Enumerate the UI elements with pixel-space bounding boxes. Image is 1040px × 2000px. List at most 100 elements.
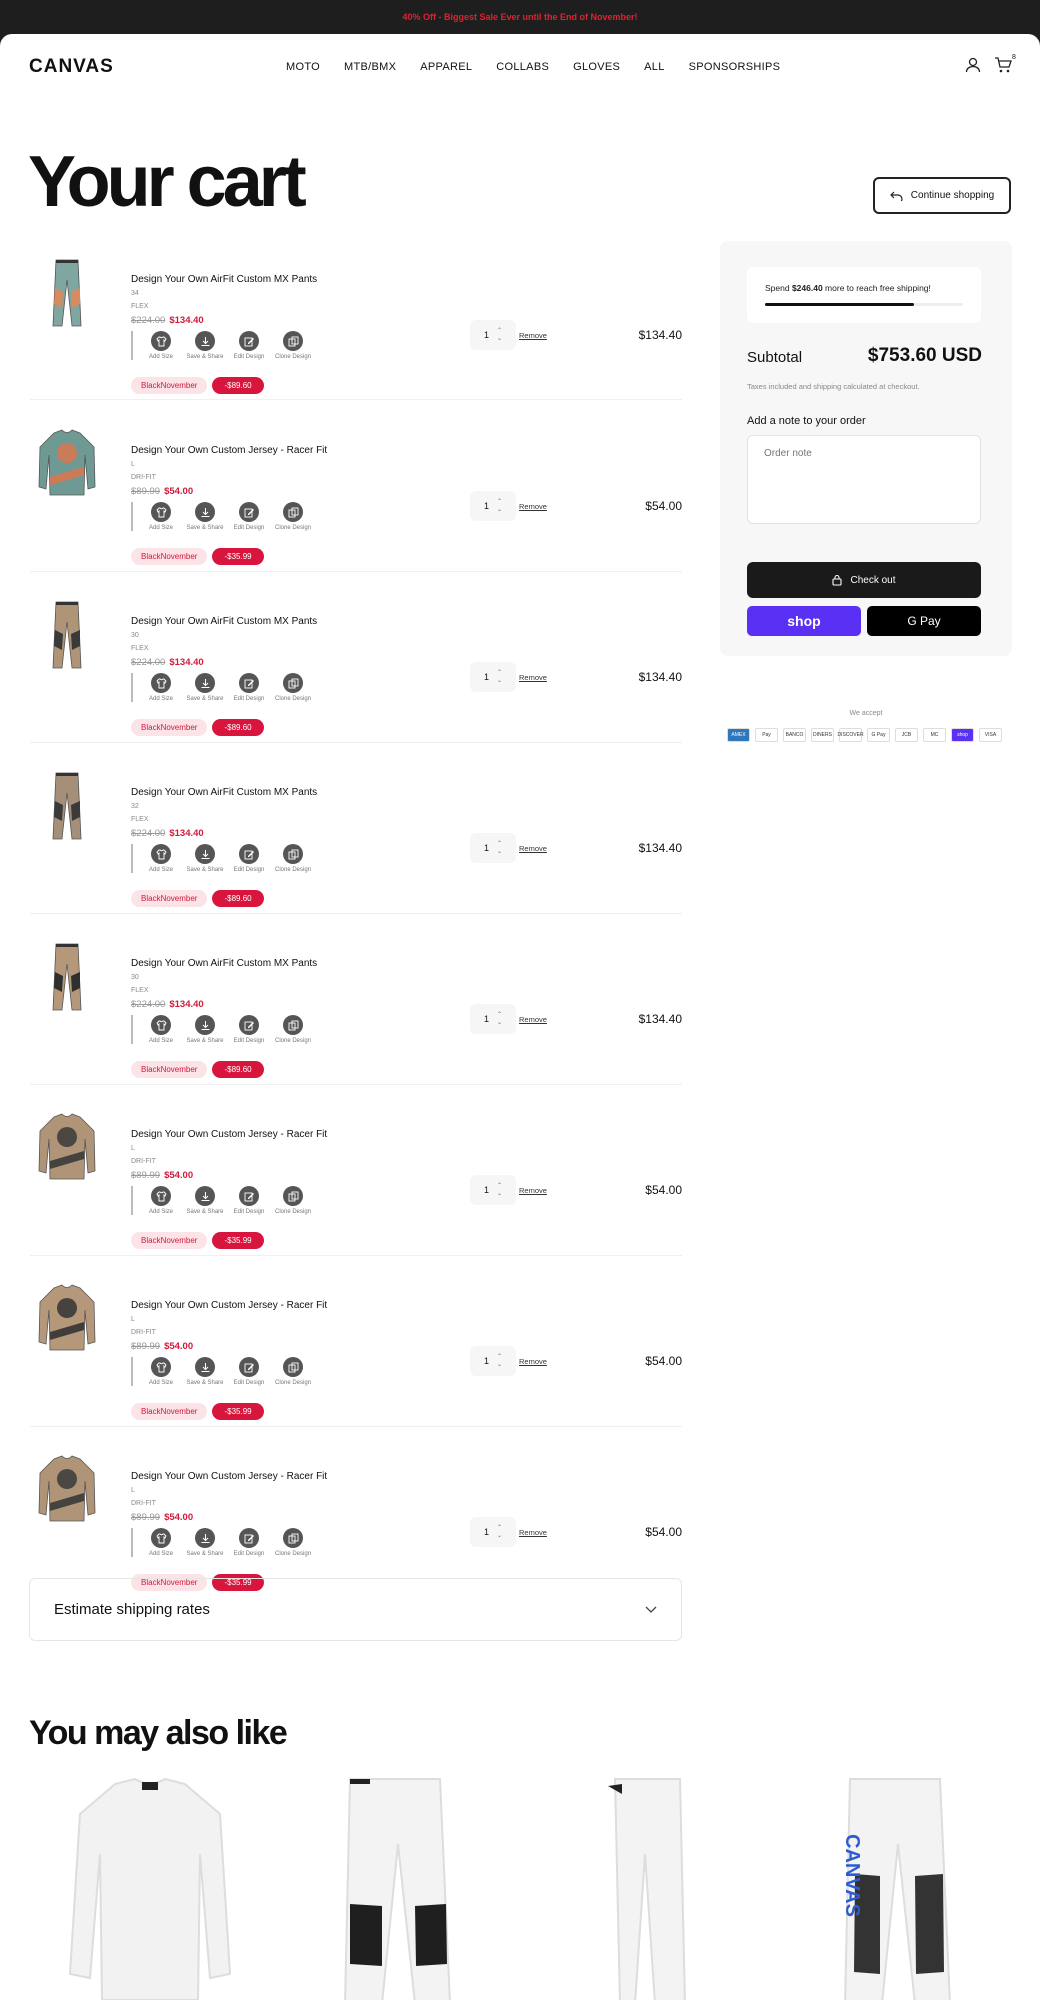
action-add-size-button[interactable]: Add Size — [141, 502, 181, 531]
item-name[interactable]: Design Your Own Custom Jersey - Racer Fi… — [131, 1471, 327, 1482]
quantity-arrows-icon[interactable]: ⌃ ⌄ — [497, 1011, 502, 1027]
item-discounts: BlackNovember -$89.60 — [131, 1061, 264, 1078]
action-edit-design-button[interactable]: Edit Design — [229, 1186, 269, 1215]
action-add-size-button[interactable]: Add Size — [141, 844, 181, 873]
action-save-share-button[interactable]: Save & Share — [185, 1528, 225, 1557]
item-name[interactable]: Design Your Own AirFit Custom MX Pants — [131, 787, 317, 798]
action-edit-design-button[interactable]: Edit Design — [229, 844, 269, 873]
item-size: 32 — [131, 803, 139, 810]
item-name[interactable]: Design Your Own Custom Jersey - Racer Fi… — [131, 1129, 327, 1140]
item-name[interactable]: Design Your Own AirFit Custom MX Pants — [131, 616, 317, 627]
remove-item-link[interactable]: Remove — [519, 502, 547, 511]
nav-item-collabs[interactable]: COLLABS — [496, 61, 549, 73]
site-logo[interactable]: CANVAS — [29, 56, 114, 78]
remove-item-link[interactable]: Remove — [519, 673, 547, 682]
quantity-stepper[interactable]: 1 ⌃ ⌄ — [470, 662, 516, 692]
pants-thumbnail[interactable] — [38, 942, 96, 1012]
quantity-arrows-icon[interactable]: ⌃ ⌄ — [497, 327, 502, 343]
quantity-arrows-icon[interactable]: ⌃ ⌄ — [497, 1524, 502, 1540]
action-edit-design-button[interactable]: Edit Design — [229, 1528, 269, 1557]
action-clone-design-button[interactable]: Clone Design — [273, 502, 313, 531]
quantity-stepper[interactable]: 1 ⌃ ⌄ — [470, 1346, 516, 1376]
site-header: CANVAS MOTO MTB/BMX APPAREL COLLABS GLOV… — [0, 34, 1040, 100]
action-clone-design-button[interactable]: Clone Design — [273, 1357, 313, 1386]
item-name[interactable]: Design Your Own AirFit Custom MX Pants — [131, 958, 317, 969]
action-save-share-button[interactable]: Save & Share — [185, 1357, 225, 1386]
action-add-size-button[interactable]: Add Size — [141, 1186, 181, 1215]
action-add-size-button[interactable]: Add Size — [141, 673, 181, 702]
order-note-field[interactable] — [747, 435, 981, 524]
action-save-share-button[interactable]: Save & Share — [185, 502, 225, 531]
remove-item-link[interactable]: Remove — [519, 1015, 547, 1024]
pants-thumbnail[interactable] — [38, 771, 96, 841]
remove-item-link[interactable]: Remove — [519, 1528, 547, 1537]
action-clone-design-button[interactable]: Clone Design — [273, 673, 313, 702]
shop-pay-button[interactable]: shop — [747, 606, 861, 636]
quantity-arrows-icon[interactable]: ⌃ ⌄ — [497, 498, 502, 514]
action-edit-design-button[interactable]: Edit Design — [229, 1357, 269, 1386]
action-clone-design-button[interactable]: Clone Design — [273, 844, 313, 873]
action-save-share-button[interactable]: Save & Share — [185, 1186, 225, 1215]
quantity-stepper[interactable]: 1 ⌃ ⌄ — [470, 1517, 516, 1547]
jersey-thumbnail[interactable] — [38, 1282, 96, 1352]
quantity-arrows-icon[interactable]: ⌃ ⌄ — [497, 1182, 502, 1198]
quantity-arrows-icon[interactable]: ⌃ ⌄ — [497, 1353, 502, 1369]
jersey-thumbnail[interactable] — [38, 1111, 96, 1181]
action-edit-design-button[interactable]: Edit Design — [229, 502, 269, 531]
nav-item-gloves[interactable]: GLOVES — [573, 61, 620, 73]
remove-item-link[interactable]: Remove — [519, 1186, 547, 1195]
item-name[interactable]: Design Your Own AirFit Custom MX Pants — [131, 274, 317, 285]
quantity-value: 1 — [483, 501, 489, 511]
jersey-thumbnail[interactable] — [38, 427, 96, 497]
remove-item-link[interactable]: Remove — [519, 1357, 547, 1366]
quantity-stepper[interactable]: 1 ⌃ ⌄ — [470, 1004, 516, 1034]
google-pay-button[interactable]: G Pay — [867, 606, 981, 636]
action-clone-design-button[interactable]: Clone Design — [273, 1528, 313, 1557]
shipping-progress-bar — [765, 303, 963, 306]
nav-item-all[interactable]: ALL — [644, 61, 664, 73]
action-edit-design-button[interactable]: Edit Design — [229, 331, 269, 360]
pants-thumbnail[interactable] — [38, 258, 96, 328]
action-save-share-button[interactable]: Save & Share — [185, 1015, 225, 1044]
continue-shopping-button[interactable]: Continue shopping — [873, 177, 1011, 214]
quantity-stepper[interactable]: 1 ⌃ ⌄ — [470, 491, 516, 521]
recommended-jersey-image[interactable] — [60, 1774, 240, 2000]
quantity-stepper[interactable]: 1 ⌃ ⌄ — [470, 833, 516, 863]
action-add-size-button[interactable]: Add Size — [141, 1357, 181, 1386]
action-save-share-button[interactable]: Save & Share — [185, 673, 225, 702]
action-edit-design-button[interactable]: Edit Design — [229, 673, 269, 702]
recommended-pants-image-3[interactable]: CANVAS — [810, 1774, 990, 2000]
account-icon[interactable] — [964, 56, 982, 74]
action-clone-design-button[interactable]: Clone Design — [273, 1015, 313, 1044]
estimate-shipping-toggle[interactable]: Estimate shipping rates — [29, 1578, 682, 1641]
action-add-size-button[interactable]: Add Size — [141, 1528, 181, 1557]
item-name[interactable]: Design Your Own Custom Jersey - Racer Fi… — [131, 445, 327, 456]
action-save-share-button[interactable]: Save & Share — [185, 844, 225, 873]
action-add-size-button[interactable]: Add Size — [141, 331, 181, 360]
payment-methods: AMEX Pay BANCO DINERS DISCOVER G Pay JCB MC shop… — [727, 728, 1002, 742]
jersey-thumbnail[interactable] — [38, 1453, 96, 1523]
remove-item-link[interactable]: Remove — [519, 331, 547, 340]
remove-item-link[interactable]: Remove — [519, 844, 547, 853]
action-clone-design-button[interactable]: Clone Design — [273, 331, 313, 360]
nav-item-moto[interactable]: MOTO — [286, 61, 320, 73]
quantity-arrows-icon[interactable]: ⌃ ⌄ — [497, 669, 502, 685]
action-add-size-button[interactable]: Add Size — [141, 1015, 181, 1044]
quantity-stepper[interactable]: 1 ⌃ ⌄ — [470, 1175, 516, 1205]
action-clone-design-button[interactable]: Clone Design — [273, 1186, 313, 1215]
item-name[interactable]: Design Your Own Custom Jersey - Racer Fi… — [131, 1300, 327, 1311]
quantity-arrows-icon[interactable]: ⌃ ⌄ — [497, 840, 502, 856]
recommended-pants-image-2[interactable] — [560, 1774, 740, 2000]
nav-item-mtb-bmx[interactable]: MTB/BMX — [344, 61, 396, 73]
quantity-stepper[interactable]: 1 ⌃ ⌄ — [470, 320, 516, 350]
item-old-price: $89.99 — [131, 1512, 161, 1523]
nav-item-sponsorships[interactable]: SPONSORSHIPS — [689, 61, 781, 73]
pants-thumbnail[interactable] — [38, 600, 96, 670]
recommended-pants-image-1[interactable] — [310, 1774, 490, 2000]
payment-card-icon: JCB — [895, 728, 918, 742]
cart-icon[interactable] — [994, 56, 1012, 74]
action-save-share-button[interactable]: Save & Share — [185, 331, 225, 360]
action-edit-design-button[interactable]: Edit Design — [229, 1015, 269, 1044]
nav-item-apparel[interactable]: APPAREL — [420, 61, 472, 73]
checkout-button[interactable]: Check out — [747, 562, 981, 598]
